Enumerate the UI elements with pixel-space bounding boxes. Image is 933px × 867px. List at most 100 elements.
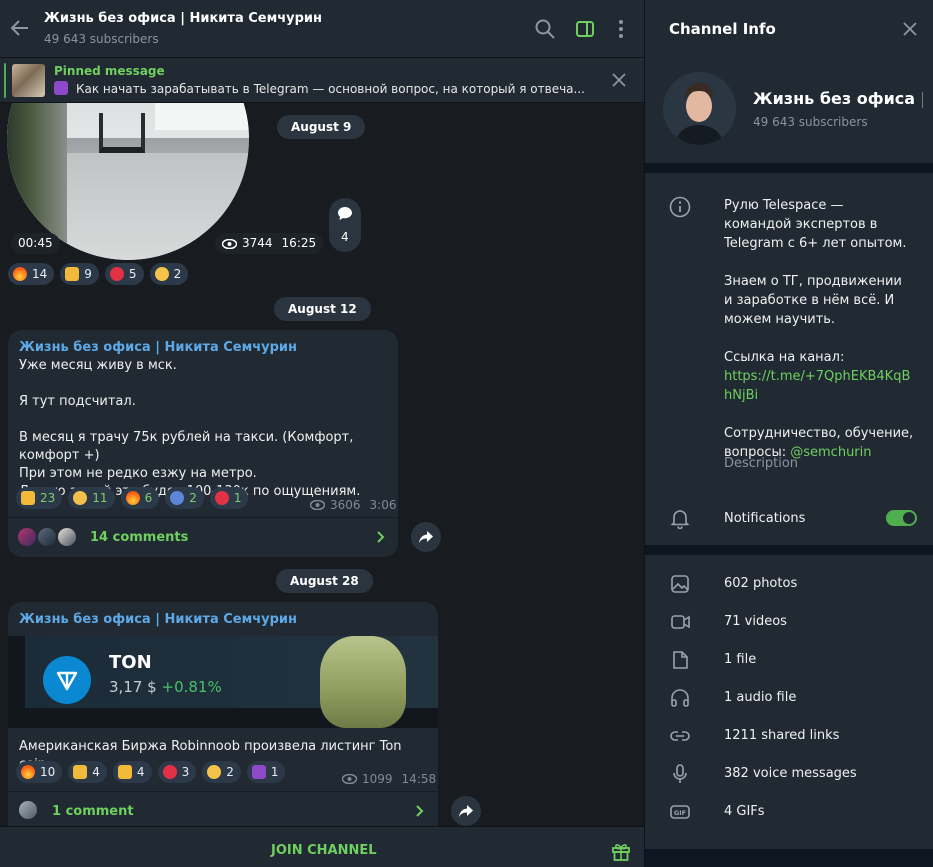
- section-gap: [645, 545, 933, 555]
- media-row-videos[interactable]: 71 videos: [645, 603, 933, 641]
- post-meta: 3606 3:06: [310, 498, 397, 512]
- contact-link[interactable]: @semchurin: [790, 445, 871, 460]
- gift-icon[interactable]: [610, 840, 632, 862]
- join-channel-button[interactable]: JOIN CHANNEL: [271, 843, 377, 858]
- pinned-label: Pinned message: [54, 64, 165, 78]
- media-row-voice[interactable]: 382 voice messages: [645, 755, 933, 793]
- comments-count: 14 comments: [90, 530, 189, 545]
- post-text: Уже месяц живу в мск. Я тут подсчитал. В…: [19, 358, 361, 499]
- video-duration: 00:45: [11, 233, 60, 254]
- post-author[interactable]: Жизнь без офиса | Никита Семчурин: [19, 340, 297, 355]
- media-row-photos[interactable]: 602 photos: [645, 565, 933, 603]
- video-reactions: 14 9 5 2: [8, 263, 189, 285]
- reaction-count: 9: [84, 267, 92, 281]
- reaction-count: 2: [173, 267, 182, 281]
- chat-panel: 00:45 3744 16:25 4 14 9 5 2 August 9 Aug…: [0, 0, 644, 867]
- video-meta: 3744 16:25: [215, 233, 324, 254]
- thumbs-up-icon: [73, 765, 88, 779]
- channel-link[interactable]: https://t.me/+7QphEKB4KqBhNjBi: [724, 369, 910, 403]
- reaction-heart[interactable]: 5: [104, 263, 144, 285]
- date-divider: August 12: [274, 297, 371, 321]
- eye-icon: [310, 500, 325, 510]
- chevron-right-icon: [412, 804, 426, 818]
- reaction-count: 23: [40, 491, 56, 505]
- media-label: 4 GIFs: [724, 804, 765, 819]
- reaction-count: 1: [233, 491, 242, 505]
- more-vertical-icon[interactable]: [610, 18, 632, 40]
- post-views: 1099: [362, 772, 393, 786]
- share-icon: [418, 530, 434, 544]
- video-views: 3744: [242, 236, 273, 250]
- heart-icon: [162, 765, 177, 779]
- reaction-grin[interactable]: 2: [149, 263, 189, 285]
- reaction-fire[interactable]: 6: [120, 487, 160, 509]
- share-button[interactable]: [411, 522, 441, 552]
- post-time: 14:58: [401, 772, 437, 786]
- post-image[interactable]: TON 3,17 $ +0.81%: [8, 636, 438, 728]
- reaction-count: 4: [92, 765, 100, 779]
- post-author[interactable]: Жизнь без офиса | Никита Семчурин: [19, 612, 297, 627]
- comments-link[interactable]: 14 comments: [8, 517, 398, 557]
- media-row-files[interactable]: 1 file: [645, 641, 933, 679]
- channel-title[interactable]: Жизнь без офиса | Никита Семчурин: [44, 11, 322, 26]
- reaction-scream[interactable]: 11: [68, 487, 115, 509]
- reaction-count: 14: [32, 267, 48, 281]
- heart-icon: [214, 491, 229, 505]
- reaction-thumbs-up[interactable]: 4: [68, 761, 107, 783]
- close-icon[interactable]: [610, 71, 628, 89]
- avatar: [16, 526, 38, 548]
- reaction-heart[interactable]: 3: [157, 761, 197, 783]
- gif-icon: GIF: [669, 801, 691, 823]
- fire-icon: [125, 491, 140, 505]
- sidebar-toggle-icon[interactable]: [574, 18, 596, 40]
- reaction-count: 1: [270, 765, 279, 779]
- about-section: Рулю Telespace — командой экспертов в Te…: [645, 173, 933, 545]
- reaction-fire[interactable]: 10: [16, 761, 63, 783]
- media-row-audio[interactable]: 1 audio file: [645, 679, 933, 717]
- reaction-space-invader[interactable]: 1: [246, 761, 286, 783]
- post-reactions: 10 4 4 3 2 1: [16, 761, 286, 783]
- reaction-thumbs-down[interactable]: 23: [16, 487, 63, 509]
- video-bike: [99, 113, 145, 153]
- eye-icon: [342, 774, 357, 784]
- video-comments-button[interactable]: 4: [329, 198, 361, 252]
- notifications-toggle[interactable]: [886, 510, 917, 526]
- grin-icon: [207, 765, 222, 779]
- description-text: Рулю Telespace — командой экспертов в Te…: [724, 198, 907, 365]
- reaction-count: 5: [128, 267, 137, 281]
- heart-icon: [109, 267, 124, 281]
- date-divider: August 9: [277, 115, 366, 139]
- reaction-fire[interactable]: 14: [8, 263, 55, 285]
- media-row-gifs[interactable]: GIF 4 GIFs: [645, 793, 933, 831]
- ton-logo-icon: [43, 656, 91, 704]
- video-icon: [669, 611, 691, 633]
- share-button[interactable]: [451, 796, 481, 826]
- reaction-thumbs-down[interactable]: 9: [60, 263, 99, 285]
- avatar: [36, 526, 58, 548]
- comments-link[interactable]: 1 comment: [8, 791, 438, 826]
- reaction-shrug[interactable]: 2: [165, 487, 204, 509]
- reaction-count: 3: [181, 765, 190, 779]
- media-label: 602 photos: [724, 576, 798, 591]
- pinned-message-bar[interactable]: Pinned message Как начать зарабатывать в…: [0, 58, 644, 103]
- channel-name: Жизнь без офиса | Никита Семчурин: [753, 89, 923, 108]
- channel-avatar[interactable]: [663, 72, 736, 145]
- media-row-links[interactable]: 1211 shared links: [645, 717, 933, 755]
- bell-icon: [669, 507, 691, 529]
- media-label: 1 file: [724, 652, 757, 667]
- ton-name: TON: [109, 652, 152, 673]
- reaction-grin[interactable]: 2: [202, 761, 241, 783]
- shrug-icon: [170, 491, 185, 505]
- reaction-thumbs-down[interactable]: 4: [112, 761, 152, 783]
- alien-image: [320, 636, 406, 728]
- search-icon[interactable]: [534, 18, 556, 40]
- back-arrow-icon[interactable]: [9, 17, 31, 39]
- reaction-heart[interactable]: 1: [209, 487, 249, 509]
- close-icon[interactable]: [900, 19, 920, 39]
- date-divider: August 28: [276, 569, 373, 593]
- comments-count: 1 comment: [52, 804, 134, 819]
- pinned-thumbnail: [12, 64, 45, 97]
- microphone-icon: [669, 763, 691, 785]
- video-time: 16:25: [281, 236, 317, 250]
- reaction-count: 6: [144, 491, 153, 505]
